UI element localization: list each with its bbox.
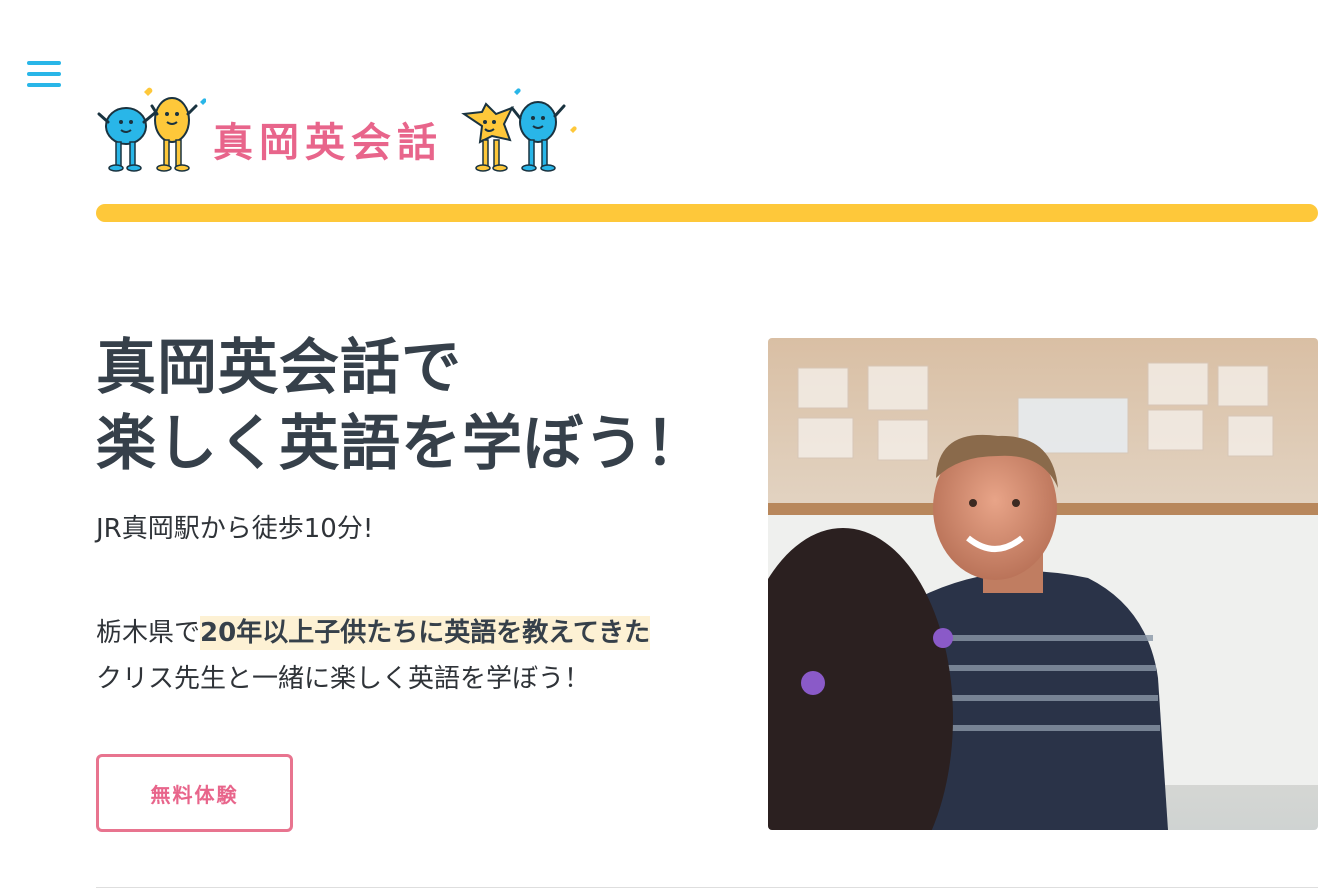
teacher-photo — [768, 338, 1318, 830]
desc-line2: クリス先生と一緒に楽しく英語を学ぼう！ — [96, 664, 591, 694]
hero-title: 真岡英会話で 楽しく英語を学ぼう！ — [96, 330, 736, 482]
desc-highlight: 20年以上子供たちに英語を教えてきた — [200, 616, 651, 650]
hero-title-line2: 楽しく英語を学ぼう！ — [96, 409, 706, 479]
hero-title-line1: 真岡英会話で — [96, 333, 462, 403]
hamburger-menu-icon[interactable] — [27, 61, 61, 91]
hero-description: 栃木県で20年以上子供たちに英語を教えてきた クリス先生と一緒に楽しく英語を学ぼ… — [96, 610, 651, 702]
mascot-characters-right-icon — [461, 88, 577, 172]
mascot-characters-left-icon — [97, 87, 206, 172]
section-divider — [96, 887, 1318, 888]
hero-subtitle: JR真岡駅から徒歩10分! — [96, 514, 374, 544]
desc-prefix: 栃木県で — [96, 618, 201, 648]
free-trial-button[interactable]: 無料体験 — [96, 754, 293, 832]
site-logo[interactable]: 真岡英会話 — [96, 84, 586, 176]
header-divider-bar — [96, 204, 1318, 222]
logo-text: 真岡英会話 — [213, 120, 443, 166]
teacher-photo-image — [768, 338, 1318, 830]
